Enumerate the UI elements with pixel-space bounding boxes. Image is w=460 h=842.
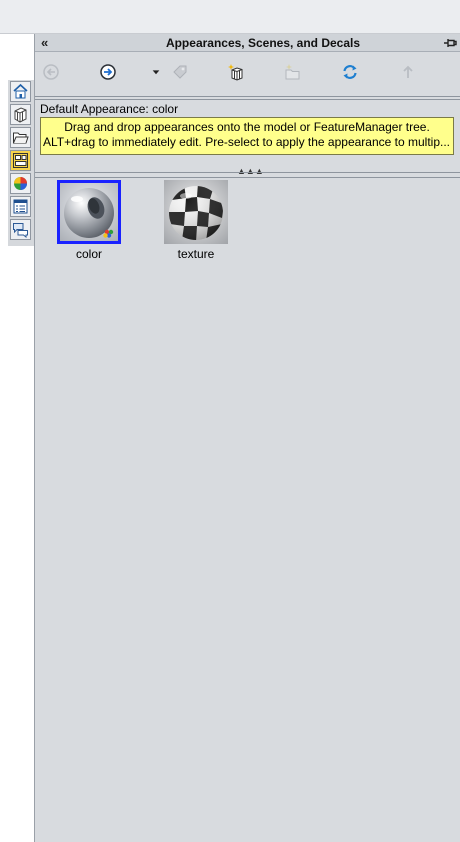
tab-view-palette[interactable] (10, 150, 31, 171)
tab-design-library[interactable] (10, 104, 31, 125)
forum-icon (13, 223, 28, 238)
new-folder-button[interactable] (282, 61, 304, 83)
task-pane-tabs (8, 80, 35, 246)
thumbnail-label: color (75, 247, 102, 261)
history-dropdown-button[interactable] (149, 61, 163, 83)
back-arrow-icon (43, 64, 59, 80)
divider (35, 96, 460, 100)
back-button[interactable] (40, 61, 62, 83)
checker-sphere-icon (164, 180, 228, 244)
appearance-item-color[interactable]: color (57, 180, 121, 261)
tooltip-line: Drag and drop appearances onto the model… (64, 120, 430, 134)
up-arrow-icon (403, 65, 413, 78)
toolbar (35, 53, 460, 91)
tab-appearances[interactable] (10, 173, 31, 194)
usage-tooltip: Drag and drop appearances onto the model… (40, 117, 454, 155)
tab-forum[interactable] (10, 219, 31, 240)
new-folder-icon (285, 64, 300, 80)
default-appearance-label: Default Appearance: color (40, 102, 179, 116)
pin-icon[interactable] (443, 37, 457, 49)
tab-file-explorer[interactable] (10, 127, 31, 148)
color-thumbnail[interactable] (57, 180, 121, 244)
task-pane: « Appearances, Scenes, and Decals Defaul… (34, 34, 460, 842)
up-level-button[interactable] (397, 61, 419, 83)
refresh-icon (343, 65, 357, 79)
file-explorer-icon (13, 132, 29, 144)
new-appearance-button[interactable] (225, 61, 247, 83)
refresh-button[interactable] (339, 61, 361, 83)
texture-thumbnail[interactable] (164, 180, 228, 244)
new-appearance-icon (228, 64, 243, 81)
tab-home[interactable] (10, 81, 31, 102)
appearances-icon (14, 177, 27, 190)
view-palette-icon (13, 153, 28, 168)
forward-arrow-icon (100, 64, 116, 80)
splitter[interactable] (35, 172, 460, 178)
custom-properties-icon (13, 199, 28, 214)
design-library-icon (14, 107, 27, 123)
tab-custom-properties[interactable] (10, 196, 31, 217)
forward-button[interactable] (97, 61, 119, 83)
add-to-favorites-button[interactable] (169, 61, 191, 83)
tooltip-line: ALT+drag to immediately edit. Pre-select… (43, 135, 450, 149)
appearance-item-texture[interactable]: texture (164, 180, 228, 261)
collapse-pane-button[interactable]: « (41, 34, 55, 52)
gloss-sphere-icon (60, 183, 118, 241)
pane-title-bar: « Appearances, Scenes, and Decals (35, 34, 460, 52)
pane-title: Appearances, Scenes, and Decals (165, 36, 361, 50)
thumbnail-label: texture (177, 247, 215, 261)
home-icon (13, 83, 28, 99)
dropdown-arrow-icon (152, 70, 160, 75)
top-band (0, 0, 460, 33)
favorites-icon (173, 65, 187, 79)
